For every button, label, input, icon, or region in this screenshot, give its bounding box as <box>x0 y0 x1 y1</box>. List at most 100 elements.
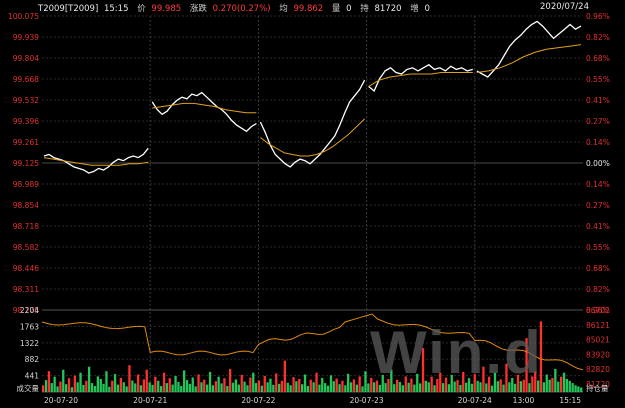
volume-bar <box>246 385 249 392</box>
volume-bar <box>217 376 220 392</box>
volume-bar <box>125 386 128 392</box>
volume-bar <box>557 381 560 392</box>
change-label: 涨跌 <box>189 4 207 14</box>
volume-bar <box>214 381 217 392</box>
volume-bar <box>154 376 157 392</box>
volume-bar <box>185 380 189 392</box>
volume-bar <box>266 382 269 392</box>
volume-bar <box>162 372 166 392</box>
x-tick-label: 15:15 <box>559 396 581 405</box>
x-tick-label: 20-07-24 <box>458 396 492 405</box>
volume-bar <box>188 383 192 392</box>
oi-tick-label: 86121 <box>586 321 610 330</box>
volume-bar <box>174 376 177 392</box>
volume-bar <box>249 377 252 392</box>
volume-bar <box>200 382 203 392</box>
volume-bar <box>263 376 266 392</box>
price-tick-label: 98.311 <box>13 285 39 294</box>
avg-line-day-4 <box>368 72 473 87</box>
volume-bar <box>93 386 97 392</box>
volume-tick-label: 441 <box>25 372 40 381</box>
volume-bar <box>272 384 275 392</box>
chart-header: T2009[T2009] 15:15 价 99.985 涨跌 0.270(0.2… <box>38 2 430 14</box>
volume-bar <box>76 382 79 392</box>
pct-tick-label: 0.82% <box>586 33 610 42</box>
volume-bar <box>542 382 545 392</box>
wind-watermark: Win.d <box>370 319 543 386</box>
volume-bar <box>131 380 134 392</box>
volume-bar <box>177 382 180 392</box>
volume-bar <box>108 386 111 392</box>
oi-tick-label: 86702 <box>586 306 610 315</box>
price-tick-label: 99.939 <box>13 33 39 42</box>
price-tick-label: 98.989 <box>13 180 39 189</box>
volume-bar <box>128 365 131 392</box>
price-tick-label: 98.854 <box>13 201 39 210</box>
contract-code: T2009[T2009] <box>38 4 99 14</box>
volume-bar <box>145 369 148 392</box>
volume-bar <box>194 386 197 392</box>
volume-bar <box>88 366 91 392</box>
volume-bar <box>577 386 580 392</box>
volume-bar <box>318 384 321 392</box>
volume-tick-label: 2204 <box>20 306 39 315</box>
volume-bar <box>168 378 171 392</box>
volume-bar <box>283 360 286 392</box>
volume-bar <box>545 374 548 392</box>
pct-tick-label: 0.00% <box>586 159 610 168</box>
pct-tick-label: 0.68% <box>586 264 610 273</box>
volume-bar <box>275 373 278 392</box>
volume-bar <box>220 383 223 392</box>
volume-bar <box>254 383 258 392</box>
volume-bar <box>53 376 56 392</box>
volume-axis-label: 成交量 <box>17 383 40 393</box>
pct-tick-label: 0.27% <box>586 117 610 126</box>
volume-bar <box>349 382 353 392</box>
volume-bar <box>347 373 350 392</box>
volume-bar <box>62 369 65 392</box>
volume-label: 量 <box>331 4 341 14</box>
volume-bar <box>85 380 88 392</box>
volume-bar <box>165 383 168 392</box>
volume-bar <box>344 385 347 392</box>
volume-bar <box>252 372 255 392</box>
volume-bar <box>338 384 341 392</box>
volume-bar <box>269 378 272 392</box>
volume-bar <box>329 375 333 392</box>
volume-bar <box>99 379 102 392</box>
volume-bar <box>191 377 194 392</box>
volume-bar <box>289 385 292 392</box>
volume-bar <box>122 382 125 392</box>
volume-bar <box>148 382 151 392</box>
avg-label: 均 <box>279 4 288 14</box>
volume-bar <box>134 383 137 392</box>
volume-bar <box>361 386 364 392</box>
volume-bar <box>237 384 240 392</box>
oi-value: 81720 <box>374 4 402 14</box>
pct-tick-label: 0.14% <box>586 138 610 147</box>
oi-change-label: 增 <box>410 4 419 14</box>
price-line-day-5 <box>476 20 582 78</box>
pct-tick-label: 0.82% <box>586 285 610 294</box>
avg-line-day-3 <box>260 118 365 157</box>
volume-bar <box>352 379 356 392</box>
volume-bar <box>312 382 315 392</box>
volume-bar <box>303 374 307 392</box>
price-tick-label: 98.718 <box>13 222 39 231</box>
volume-bar <box>571 383 574 392</box>
volume-bar <box>183 370 186 392</box>
volume-bar <box>257 380 261 392</box>
price-value: 99.985 <box>151 4 182 14</box>
volume-bar <box>358 376 361 392</box>
volume-bar <box>298 379 301 392</box>
x-tick-label: 13:00 <box>513 396 535 405</box>
x-tick-label: 20-07-21 <box>133 396 167 405</box>
price-tick-label: 99.125 <box>13 159 39 168</box>
volume-tick-label: 882 <box>25 355 40 364</box>
x-tick-label: 20-07-22 <box>241 396 275 405</box>
volume-bar <box>151 384 154 392</box>
volume-bar <box>234 379 238 392</box>
volume-bar <box>197 374 200 392</box>
volume-bar <box>309 379 312 392</box>
price-tick-label: 98.582 <box>13 243 39 252</box>
